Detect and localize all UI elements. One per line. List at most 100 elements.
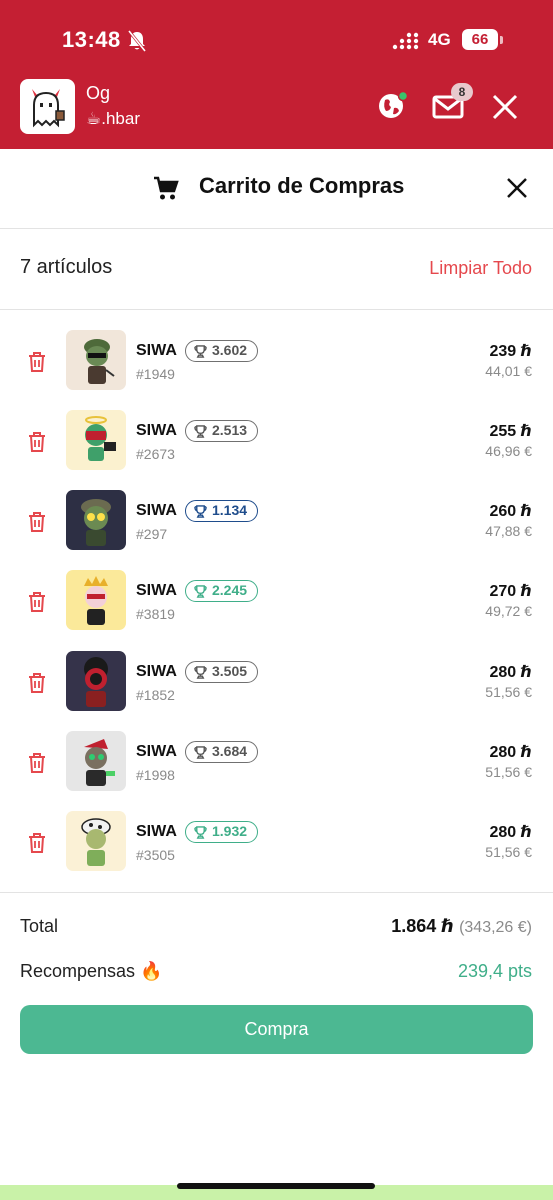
trophy-icon — [194, 746, 207, 759]
battery-level: 66 — [462, 29, 498, 50]
cart-summary: 7 artículos Limpiar Todo — [0, 229, 553, 310]
item-price-eur: 51,56 € — [485, 764, 532, 780]
network-type: 4G — [428, 30, 451, 49]
home-indicator[interactable] — [177, 1183, 375, 1189]
total-hbar: 1.864 ℏ — [391, 916, 455, 936]
globe-icon[interactable] — [376, 90, 408, 122]
item-price-eur: 51,56 € — [485, 844, 532, 860]
cart-header: Carrito de Compras — [0, 149, 553, 229]
cart-item: SIWA 3.602 #1949 239 ℏ 44,01 € — [0, 330, 553, 410]
item-name: SIWA — [136, 663, 177, 680]
user-token: ☕.hbar — [86, 109, 140, 129]
item-id: #3505 — [136, 847, 175, 863]
cart-item: SIWA 1.932 #3505 280 ℏ 51,56 € — [0, 811, 553, 891]
close-cart-icon[interactable] — [505, 176, 529, 200]
total-label: Total — [20, 916, 59, 936]
trash-icon[interactable] — [27, 672, 47, 694]
buy-button[interactable]: Compra — [20, 1005, 533, 1054]
signal-icon — [392, 32, 419, 50]
item-price-eur: 49,72 € — [485, 603, 532, 619]
avatar[interactable] — [20, 79, 75, 134]
item-name: SIWA — [136, 502, 177, 519]
rank-value: 2.513 — [212, 422, 248, 438]
rewards-value: 239,4 pts — [457, 961, 532, 981]
user-name: Og — [86, 83, 111, 103]
item-price: 280 ℏ — [489, 664, 532, 681]
app-header: 13:48 4G 66 Og ☕.hbar 8 — [0, 0, 553, 149]
item-name: SIWA — [136, 823, 177, 840]
item-id: #297 — [136, 526, 168, 542]
rank-value: 3.505 — [212, 663, 248, 679]
item-price: 260 ℏ — [489, 503, 532, 520]
cart-item: SIWA 2.245 #3819 270 ℏ 49,72 € — [0, 570, 553, 650]
trophy-icon — [194, 666, 207, 679]
status-bar: 13:48 4G 66 — [0, 24, 553, 58]
trophy-icon — [194, 425, 207, 438]
trophy-icon — [194, 505, 207, 518]
close-icon[interactable] — [489, 91, 521, 123]
cart-item: SIWA 2.513 #2673 255 ℏ 46,96 € — [0, 410, 553, 490]
item-name: SIWA — [136, 743, 177, 760]
trash-icon[interactable] — [27, 591, 47, 613]
trophy-icon — [194, 345, 207, 358]
cart-item: SIWA 3.684 #1998 280 ℏ 51,56 € — [0, 731, 553, 811]
trophy-icon — [194, 826, 207, 839]
rarity-badge: 2.513 — [185, 420, 259, 442]
rarity-badge: 3.684 — [185, 741, 259, 763]
trash-icon[interactable] — [27, 752, 47, 774]
item-price-eur: 44,01 € — [485, 363, 532, 379]
rank-value: 1.932 — [212, 823, 248, 839]
ghost-avatar-icon — [32, 89, 65, 128]
item-id: #1949 — [136, 366, 175, 382]
nft-thumbnail[interactable] — [66, 490, 126, 550]
rarity-badge: 1.134 — [185, 500, 259, 522]
rarity-badge: 3.602 — [185, 340, 259, 362]
rewards-label: Recompensas 🔥 — [20, 961, 163, 981]
item-id: #3819 — [136, 606, 175, 622]
item-id: #1998 — [136, 767, 175, 783]
rank-value: 3.684 — [212, 743, 248, 759]
battery-tip — [500, 36, 503, 44]
nft-thumbnail[interactable] — [66, 731, 126, 791]
trash-icon[interactable] — [27, 832, 47, 854]
item-name: SIWA — [136, 342, 177, 359]
item-price: 255 ℏ — [489, 423, 532, 440]
item-id: #1852 — [136, 687, 175, 703]
mail-count-badge: 8 — [451, 83, 473, 101]
total-value: 1.864 ℏ (343,26 €) — [391, 916, 532, 937]
rarity-badge: 2.245 — [185, 580, 259, 602]
rarity-badge: 1.932 — [185, 821, 259, 843]
trash-icon[interactable] — [27, 351, 47, 373]
trash-icon[interactable] — [27, 431, 47, 453]
coffee-icon: ☕ — [86, 109, 102, 128]
nft-thumbnail[interactable] — [66, 410, 126, 470]
rank-value: 1.134 — [212, 502, 248, 518]
page-title: Carrito de Compras — [199, 173, 405, 198]
rarity-badge: 3.505 — [185, 661, 259, 683]
trash-icon[interactable] — [27, 511, 47, 533]
bell-muted-icon — [127, 30, 147, 52]
trophy-icon — [194, 585, 207, 598]
item-price-eur: 46,96 € — [485, 443, 532, 459]
item-count: 7 artículos — [20, 256, 113, 278]
item-price: 280 ℏ — [489, 744, 532, 761]
nft-thumbnail[interactable] — [66, 330, 126, 390]
item-price: 280 ℏ — [489, 824, 532, 841]
nft-thumbnail[interactable] — [66, 570, 126, 630]
total-eur: (343,26 €) — [459, 919, 532, 936]
item-name: SIWA — [136, 422, 177, 439]
clear-all-button[interactable]: Limpiar Todo — [429, 258, 532, 279]
divider — [0, 892, 553, 893]
status-time: 13:48 — [62, 27, 121, 52]
item-price: 270 ℏ — [489, 583, 532, 600]
item-price-eur: 47,88 € — [485, 523, 532, 539]
nft-thumbnail[interactable] — [66, 811, 126, 871]
rank-value: 2.245 — [212, 582, 248, 598]
item-price-eur: 51,56 € — [485, 684, 532, 700]
item-price: 239 ℏ — [489, 343, 532, 360]
item-name: SIWA — [136, 582, 177, 599]
rank-value: 3.602 — [212, 342, 248, 358]
item-id: #2673 — [136, 446, 175, 462]
cart-item: SIWA 3.505 #1852 280 ℏ 51,56 € — [0, 651, 553, 731]
nft-thumbnail[interactable] — [66, 651, 126, 711]
